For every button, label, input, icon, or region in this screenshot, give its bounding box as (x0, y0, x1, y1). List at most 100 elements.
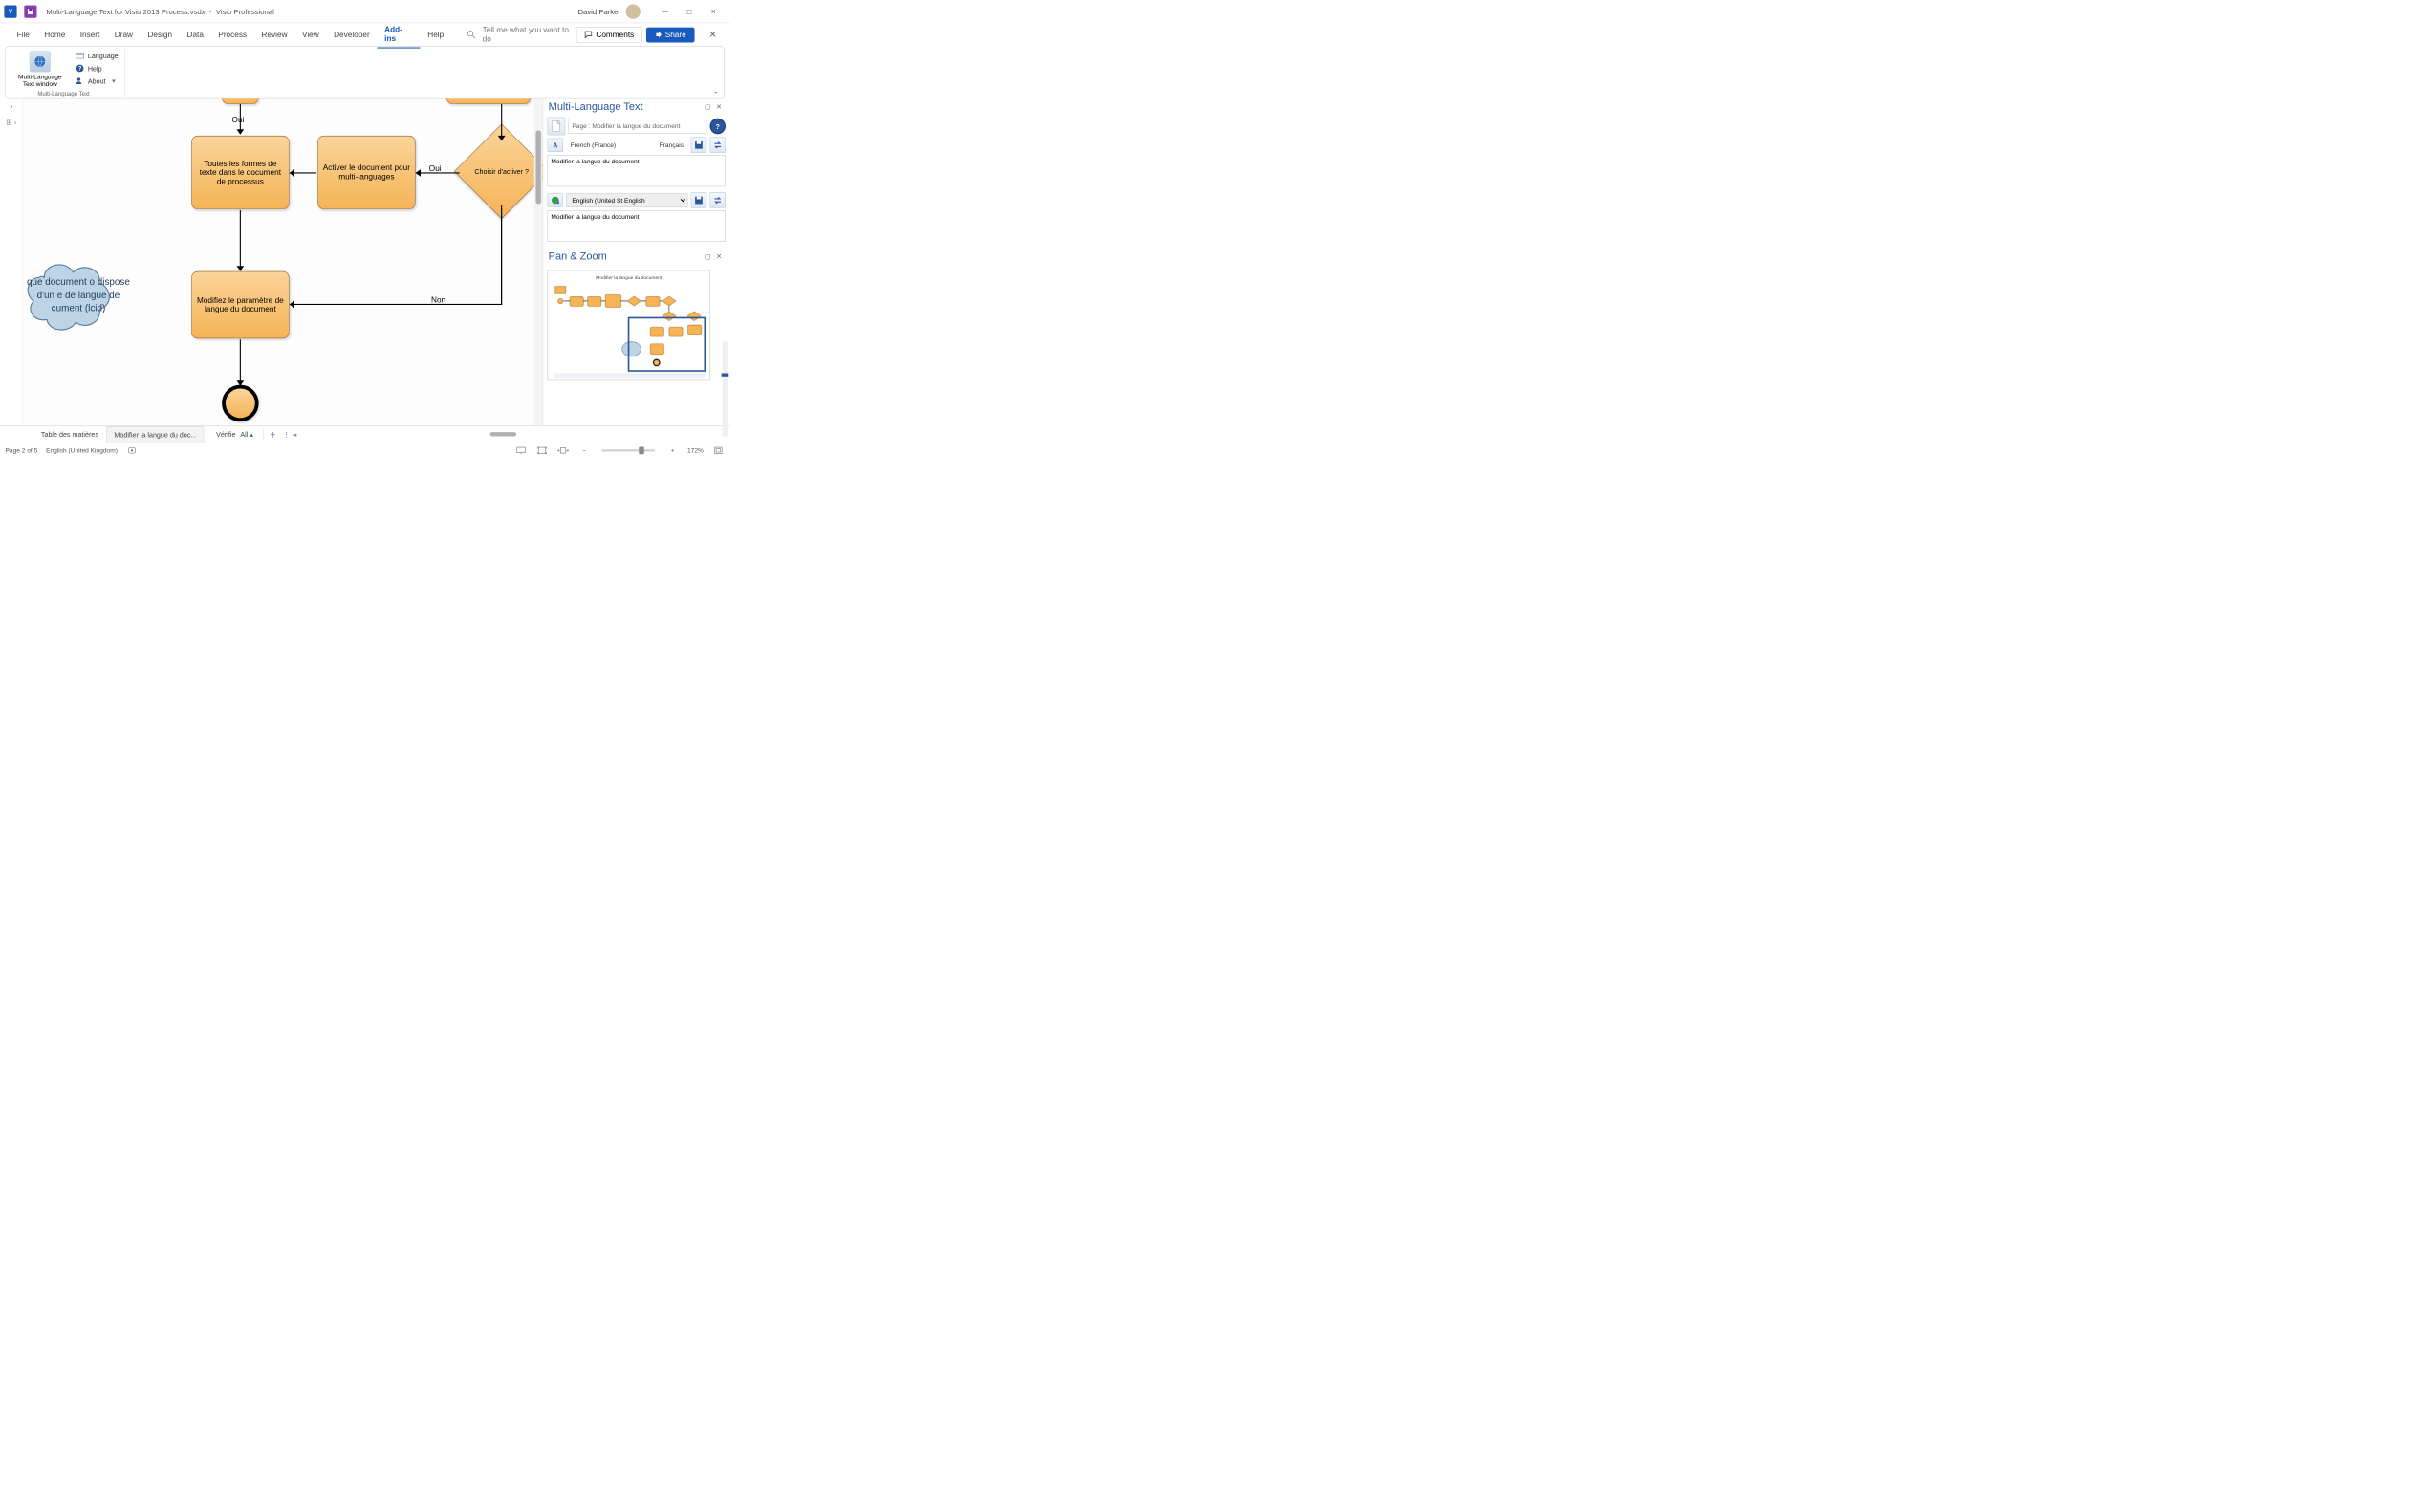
flowchart-decision[interactable]: Choisir d'activer ? (454, 138, 542, 206)
ribbon-about-button[interactable]: About ▾ (76, 76, 119, 86)
zoom-slider[interactable] (602, 449, 655, 451)
text-a-icon[interactable]: A (548, 139, 564, 152)
page-tab-0[interactable]: Table des matières (33, 426, 106, 443)
comments-button[interactable]: Comments (576, 27, 641, 43)
connector (240, 210, 241, 269)
user-avatar[interactable] (626, 4, 641, 18)
pz-close-icon[interactable]: ✕ (716, 252, 726, 262)
flowchart-cloud[interactable]: que document o dispose d'un e de langue … (23, 246, 134, 346)
arrowhead-icon (237, 129, 245, 135)
flowchart-process-3[interactable]: Modifiez le paramètre de langue du docum… (191, 271, 289, 338)
ribbon-collapse-icon[interactable]: ⌄ (713, 87, 719, 96)
menu-process[interactable]: Process (211, 26, 254, 43)
page-name-field: Page : Modifier la langue du document (569, 119, 707, 133)
menu-insert[interactable]: Insert (73, 26, 107, 43)
ribbon-ml-window-button[interactable]: Multi-Language Text window (11, 49, 70, 97)
connector (501, 104, 502, 139)
menu-design[interactable]: Design (141, 26, 180, 43)
pz-viewport-rect[interactable] (628, 317, 706, 372)
lang2-select[interactable]: English (United St English (566, 193, 687, 206)
save-lang2-button[interactable] (691, 192, 707, 208)
flowchart-terminator[interactable] (222, 385, 259, 422)
menu-file[interactable]: File (10, 26, 37, 43)
menu-developer[interactable]: Developer (326, 26, 377, 43)
globe-small-icon[interactable] (548, 193, 564, 206)
connector-label-oui-mid: Oui (429, 164, 442, 173)
zoom-out-button[interactable]: − (578, 445, 591, 456)
connector-label-oui: Oui (232, 116, 245, 124)
tell-me-search[interactable]: Tell me what you want to do (467, 26, 576, 44)
flowchart-process-2[interactable]: Activer le document pour multi-languages (317, 136, 415, 209)
fit-page-icon[interactable] (536, 445, 549, 456)
page-menu-button[interactable]: ⋮ (279, 426, 293, 443)
search-icon (467, 30, 476, 39)
flowchart-shape-partial-top-right[interactable] (446, 98, 531, 104)
help-icon: ? (76, 64, 85, 74)
lang2-text-field[interactable]: Modifier la langue du document (548, 210, 726, 242)
status-page[interactable]: Page 2 of 5 (6, 446, 38, 454)
connector (240, 339, 241, 382)
panel-close-icon[interactable]: ✕ (716, 102, 726, 112)
save-lang1-button[interactable] (691, 138, 707, 154)
swap-lang1-button[interactable] (710, 138, 727, 154)
status-language[interactable]: English (United Kingdom) (46, 446, 118, 454)
pz-window-icon[interactable]: ▢ (705, 252, 714, 262)
ribbon-language-button[interactable]: Language (76, 51, 119, 60)
menu-help[interactable]: Help (421, 26, 451, 43)
drawing-canvas[interactable]: Oui Toutes les formes de texte dans le d… (23, 98, 542, 425)
canvas-vscrollbar[interactable] (534, 98, 543, 425)
close-button[interactable]: ✕ (702, 3, 726, 20)
language-icon (76, 51, 85, 60)
panel-help-button[interactable]: ? (710, 119, 727, 135)
tab-filter-verifie[interactable]: Vérifie (208, 426, 239, 443)
menu-data[interactable]: Data (180, 26, 211, 43)
macro-recording-icon[interactable] (126, 445, 139, 456)
panel-window-icon[interactable]: ▢ (705, 102, 714, 112)
lang1-name: French (France) (566, 140, 652, 150)
maximize-button[interactable]: ◻ (677, 3, 701, 20)
zoom-in-button[interactable]: + (666, 445, 679, 456)
globe-icon (30, 51, 51, 72)
shapes-expand-icon[interactable]: › (10, 102, 12, 112)
shapes-pin-icon[interactable]: ⊞ › (6, 118, 16, 126)
user-name[interactable]: David Parker (577, 7, 620, 15)
connector (291, 304, 503, 305)
window-title: Multi-Language Text for Visio 2013 Proce… (46, 7, 273, 15)
tab-hscrollbar[interactable]: ◂ ▸ (293, 426, 728, 443)
arrowhead-icon (290, 169, 295, 177)
swap-lang2-button[interactable] (710, 192, 727, 208)
svg-text:?: ? (78, 67, 82, 73)
fit-window-icon[interactable] (712, 445, 725, 456)
lang1-native: Français (655, 140, 687, 150)
zoom-level[interactable]: 172% (687, 446, 704, 454)
tab-filter-all[interactable]: All ▴ (239, 426, 261, 443)
share-button[interactable]: Share (646, 27, 695, 42)
about-icon (76, 76, 85, 86)
menu-addins[interactable]: Add-ins (377, 21, 420, 49)
menu-review[interactable]: Review (254, 26, 294, 43)
ribbon-help-button[interactable]: ? Help (76, 64, 119, 74)
connector-label-non: Non (431, 295, 445, 304)
add-page-button[interactable]: ＋ (266, 426, 279, 443)
menu-view[interactable]: View (294, 26, 326, 43)
flowchart-process-1[interactable]: Toutes les formes de texte dans le docum… (191, 136, 289, 209)
ribbon-group-label: Multi-Language Text (6, 91, 121, 97)
minimize-button[interactable]: — (653, 3, 677, 20)
arrowhead-icon (290, 301, 295, 309)
menu-home[interactable]: Home (37, 26, 73, 43)
pz-vscroll[interactable] (723, 342, 728, 437)
fit-width-icon[interactable] (557, 445, 570, 456)
presentation-mode-icon[interactable] (515, 445, 528, 456)
page-icon (548, 118, 566, 136)
ribbon-close[interactable]: ✕ (706, 30, 721, 41)
save-icon[interactable] (24, 5, 36, 17)
lang1-text-field[interactable]: Modifier la langue du document (548, 155, 726, 186)
menu-draw[interactable]: Draw (107, 26, 141, 43)
page-tab-1[interactable]: Modifier la langue du doc... (106, 426, 204, 443)
ml-panel-title: Multi-Language Text (549, 101, 703, 114)
pan-zoom-thumbnail[interactable]: Modifier la langue du document (548, 270, 711, 381)
share-icon (655, 31, 663, 38)
comment-icon (584, 31, 593, 39)
arrowhead-icon (416, 169, 422, 177)
connector (501, 205, 502, 304)
